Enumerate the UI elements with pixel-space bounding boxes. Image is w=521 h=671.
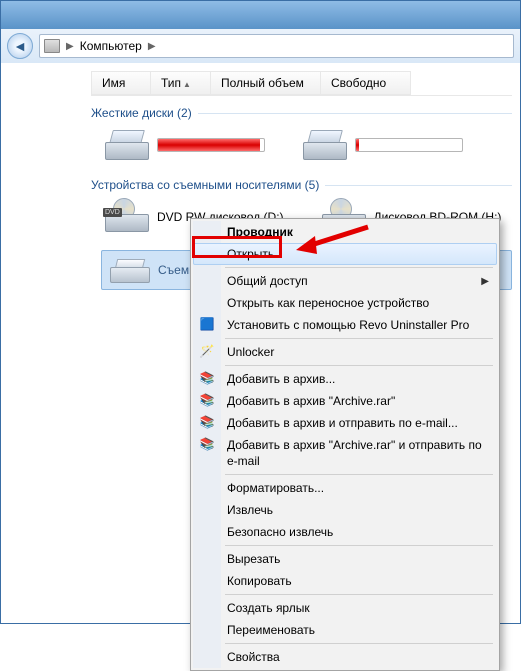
group-hdd-label: Жесткие диски (2) [91, 106, 192, 120]
usage-bar [355, 138, 463, 152]
ctx-label: Открыть [227, 247, 274, 261]
ctx-separator [225, 594, 493, 595]
dvd-drive-icon: DVD [105, 202, 149, 232]
ctx-share[interactable]: Общий доступ ▶ [193, 270, 497, 292]
window-titlebar[interactable] [1, 1, 520, 29]
winrar-icon: 📚 [199, 436, 215, 452]
ctx-unlocker[interactable]: 🪄 Unlocker [193, 341, 497, 363]
usage-fill [356, 139, 359, 151]
ctx-open-portable[interactable]: Открыть как переносное устройство [193, 292, 497, 314]
ctx-separator [225, 338, 493, 339]
usage-bar [157, 138, 265, 152]
column-header-type[interactable]: Тип▲ [151, 71, 211, 95]
group-removable-label: Устройства со съемными носителями (5) [91, 178, 319, 192]
ctx-label: Переименовать [227, 623, 315, 637]
ctx-separator [225, 365, 493, 366]
drive-hdd-1[interactable] [101, 126, 269, 164]
submenu-arrow-icon: ▶ [481, 274, 489, 290]
ctx-rename[interactable]: Переименовать [193, 619, 497, 641]
ctx-shortcut[interactable]: Создать ярлык [193, 597, 497, 619]
dvd-badge: DVD [103, 208, 122, 217]
hdd-row [101, 126, 512, 164]
removable-drive-icon [110, 257, 150, 283]
winrar-icon: 📚 [199, 414, 215, 430]
ctx-label: Добавить в архив "Archive.rar" и отправи… [227, 438, 482, 468]
ctx-label: Копировать [227, 574, 292, 588]
ctx-label: Unlocker [227, 345, 274, 359]
ctx-label: Извлечь [227, 503, 273, 517]
winrar-icon: 📚 [199, 370, 215, 386]
column-headers: Имя Тип▲ Полный объем Свободно [91, 71, 512, 96]
ctx-label: Создать ярлык [227, 601, 310, 615]
column-header-name[interactable]: Имя [91, 71, 151, 95]
winrar-icon: 📚 [199, 392, 215, 408]
sort-asc-icon: ▲ [183, 80, 191, 89]
ctx-revo[interactable]: 🟦 Установить с помощью Revo Uninstaller … [193, 314, 497, 336]
group-removable[interactable]: Устройства со съемными носителями (5) [91, 178, 512, 192]
ctx-copy[interactable]: Копировать [193, 570, 497, 592]
ctx-label: Вырезать [227, 552, 280, 566]
breadcrumb-arrow-icon: ▶ [66, 41, 74, 52]
ctx-label: Проводник [227, 225, 293, 239]
ctx-cut[interactable]: Вырезать [193, 548, 497, 570]
ctx-properties[interactable]: Свойства [193, 646, 497, 668]
column-header-free[interactable]: Свободно [321, 71, 411, 95]
hdd-icon [105, 130, 149, 160]
ctx-separator [225, 267, 493, 268]
ctx-add-rar-email[interactable]: 📚 Добавить в архив "Archive.rar" и отпра… [193, 434, 497, 472]
ctx-label: Добавить в архив "Archive.rar" [227, 394, 395, 408]
breadcrumb-segment[interactable]: Компьютер [80, 39, 142, 53]
column-header-total[interactable]: Полный объем [211, 71, 321, 95]
ctx-label: Форматировать... [227, 481, 324, 495]
ctx-safe-eject[interactable]: Безопасно извлечь [193, 521, 497, 543]
hdd-icon [303, 130, 347, 160]
unlocker-icon: 🪄 [199, 343, 215, 359]
ctx-label: Добавить в архив и отправить по e-mail..… [227, 416, 458, 430]
ctx-open[interactable]: Открыть [193, 243, 497, 265]
ctx-separator [225, 545, 493, 546]
ctx-add-email[interactable]: 📚 Добавить в архив и отправить по e-mail… [193, 412, 497, 434]
ctx-separator [225, 474, 493, 475]
column-header-type-label: Тип [161, 76, 181, 90]
ctx-add-archive[interactable]: 📚 Добавить в архив... [193, 368, 497, 390]
drive-hdd-2[interactable] [299, 126, 467, 164]
ctx-label: Общий доступ [227, 274, 308, 288]
address-bar[interactable]: ▶ Компьютер ▶ [39, 34, 514, 58]
ctx-label: Открыть как переносное устройство [227, 296, 429, 310]
breadcrumb-arrow-icon: ▶ [148, 41, 156, 52]
computer-icon [44, 39, 60, 53]
ctx-label: Свойства [227, 650, 280, 664]
ctx-label: Безопасно извлечь [227, 525, 333, 539]
ctx-add-archive-rar[interactable]: 📚 Добавить в архив "Archive.rar" [193, 390, 497, 412]
address-bar-row: ◄ ▶ Компьютер ▶ [1, 29, 520, 63]
group-hard-drives[interactable]: Жесткие диски (2) [91, 106, 512, 120]
ctx-label: Установить с помощью Revo Uninstaller Pr… [227, 318, 469, 332]
ctx-format[interactable]: Форматировать... [193, 477, 497, 499]
ctx-label: Добавить в архив... [227, 372, 335, 386]
context-menu: Проводник Открыть Общий доступ ▶ Открыть… [190, 218, 500, 671]
revo-icon: 🟦 [199, 316, 215, 332]
usage-fill [158, 139, 260, 151]
ctx-separator [225, 643, 493, 644]
nav-back-button[interactable]: ◄ [7, 33, 33, 59]
ctx-explorer[interactable]: Проводник [193, 221, 497, 243]
ctx-eject[interactable]: Извлечь [193, 499, 497, 521]
